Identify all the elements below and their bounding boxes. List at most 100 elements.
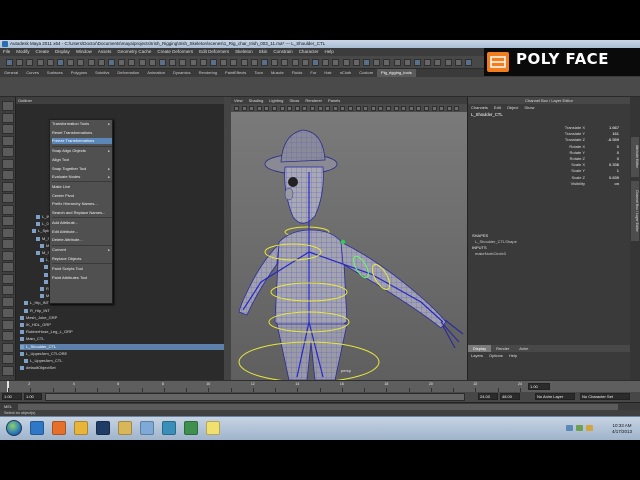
status-line-icon[interactable]	[6, 59, 13, 66]
channel-row[interactable]: Scale Y 1	[472, 168, 627, 174]
status-line-icon[interactable]	[393, 59, 401, 66]
viewport-tool-icon[interactable]	[264, 105, 270, 111]
status-line-icon[interactable]	[271, 59, 279, 66]
status-line-icon[interactable]	[383, 59, 391, 66]
channel-row[interactable]: Scale Z 0.639	[472, 175, 627, 181]
status-line-icon[interactable]	[97, 59, 105, 66]
toolbox-button[interactable]	[2, 365, 14, 376]
shelf-tab[interactable]: Custom	[355, 69, 377, 77]
menu-item[interactable]: Search and Replace Names...	[52, 210, 112, 216]
viewport-tool-icon[interactable]	[249, 105, 255, 111]
channel-value[interactable]: 1.667	[609, 125, 619, 131]
status-line-icon[interactable]	[230, 59, 238, 66]
range-end-field[interactable]: 24.00	[478, 393, 498, 400]
channel-row[interactable]: Visibility on	[472, 181, 627, 187]
toolbox-button[interactable]	[2, 158, 14, 169]
media-icon[interactable]	[74, 421, 88, 435]
taskbar-clock[interactable]: 10:33 AM 4/17/2013	[612, 423, 632, 435]
status-line-icon[interactable]	[77, 59, 85, 66]
viewport-tool-icon[interactable]	[348, 105, 353, 111]
status-line-icon[interactable]	[240, 59, 248, 66]
status-line-icon[interactable]	[138, 59, 146, 66]
channel-row[interactable]: Rotate X 0	[472, 144, 627, 150]
menu-geometry-cache[interactable]: Geometry Cache	[117, 49, 151, 54]
status-line-icon[interactable]	[424, 59, 432, 66]
viewport-tool-icon[interactable]	[272, 105, 277, 111]
input-node[interactable]: makeNurbCircle3	[472, 251, 506, 256]
menu-item[interactable]: Edit Attribute...	[52, 229, 112, 235]
status-line-icon[interactable]	[261, 59, 268, 66]
status-line-icon[interactable]	[57, 59, 64, 66]
shelf-tab[interactable]: Pig_rigging_tools	[377, 69, 416, 77]
viewport-menu-renderer[interactable]: Renderer	[305, 98, 322, 103]
maya-icon[interactable]	[162, 421, 176, 435]
toolbox-button[interactable]	[2, 204, 14, 215]
toolbox-button[interactable]	[2, 273, 14, 284]
channel-row[interactable]: Rotate Y 0	[472, 150, 627, 156]
channel-box-menu-object[interactable]: Object	[507, 105, 519, 110]
viewport-tool-icon[interactable]	[287, 105, 293, 111]
toolbox-button[interactable]	[2, 250, 14, 261]
explorer-icon[interactable]	[118, 421, 132, 435]
channel-value[interactable]: 161	[612, 131, 619, 137]
status-line-icon[interactable]	[322, 59, 330, 66]
toolbox-button[interactable]	[2, 170, 14, 180]
toolbox-button[interactable]	[2, 193, 14, 203]
shelf-tab[interactable]: Animation	[143, 69, 169, 77]
channel-value[interactable]: 0	[617, 144, 619, 150]
toolbox-button[interactable]	[2, 101, 14, 111]
viewport-tool-icon[interactable]	[234, 105, 239, 111]
viewport-tool-icon[interactable]	[424, 105, 429, 111]
outliner-item[interactable]: RubberHose_Leg_L_GRP	[20, 329, 73, 335]
viewport-tool-icon[interactable]	[279, 105, 285, 111]
status-line-icon[interactable]	[26, 59, 34, 66]
time-slider[interactable]: 1.00 2 4 6 8 10 12 14 16 18 20 22 24	[0, 380, 640, 393]
viewport-tool-icon[interactable]	[386, 105, 391, 111]
viewport-tool-icon[interactable]	[310, 105, 315, 111]
toolbox-button[interactable]	[2, 227, 14, 238]
toolbox-button[interactable]	[2, 331, 14, 341]
viewport-tool-icon[interactable]	[340, 105, 346, 111]
menu-item[interactable]: Make Live	[52, 184, 112, 190]
status-line-icon[interactable]	[281, 59, 289, 66]
viewport-tool-icon[interactable]	[416, 105, 422, 111]
channel-value[interactable]: on	[615, 181, 619, 187]
layer-tab-display[interactable]: Display	[468, 345, 492, 352]
viewport-tool-icon[interactable]	[454, 105, 460, 111]
menu-item[interactable]: Convert ▸	[52, 247, 112, 253]
status-line-icon[interactable]	[342, 59, 350, 66]
status-line-icon[interactable]	[46, 59, 54, 66]
shelf-tab[interactable]: Muscle	[267, 69, 288, 77]
outliner-item[interactable]: L_UpperArm_CTLORE	[20, 351, 67, 357]
outliner-item[interactable]: IK_HDL_GRP	[20, 322, 51, 328]
channel-box-menu-show[interactable]: Show	[524, 105, 534, 110]
menu-modify[interactable]: Modify	[16, 49, 29, 54]
viewport-menu-view[interactable]: View	[234, 98, 243, 103]
viewport-tool-icon[interactable]	[439, 105, 445, 111]
viewport-panel[interactable]: View Shading Lighting Show Renderer Panels	[231, 97, 467, 380]
menu-item[interactable]: Prefix Hierarchy Names...	[52, 201, 112, 207]
status-line-icon[interactable]	[363, 59, 370, 66]
side-tab-channel-box[interactable]: Channel Box / Layer Editor	[631, 181, 639, 241]
toolbox-button[interactable]	[2, 354, 14, 364]
anim-layer-dropdown[interactable]: No Anim Layer	[535, 393, 575, 400]
mel-label[interactable]: MEL	[4, 404, 12, 409]
anim-start-field[interactable]: 1.00	[2, 393, 22, 400]
menu-file[interactable]: File	[3, 49, 10, 54]
menu-create[interactable]: Create	[36, 49, 50, 54]
layer-tab-render[interactable]: Render	[491, 345, 514, 352]
status-line-icon[interactable]	[128, 59, 136, 66]
status-line-icon[interactable]	[250, 59, 258, 66]
status-line-icon[interactable]	[16, 59, 24, 66]
toolbox-button[interactable]	[2, 285, 14, 295]
layer-tab-anim[interactable]: Anim	[514, 345, 533, 352]
shelf-tab[interactable]: Toon	[250, 69, 267, 77]
menu-item[interactable]: Freeze Transformations	[52, 138, 112, 145]
channel-value[interactable]: 0	[617, 156, 619, 162]
viewport-tool-icon[interactable]	[294, 105, 300, 111]
status-line-icon[interactable]	[352, 59, 360, 66]
tray-flag-icon[interactable]	[586, 425, 593, 431]
menu-item[interactable]: Transformation Tools ▸	[52, 121, 112, 127]
status-line-icon[interactable]	[87, 59, 95, 66]
status-line-icon[interactable]	[67, 59, 75, 66]
